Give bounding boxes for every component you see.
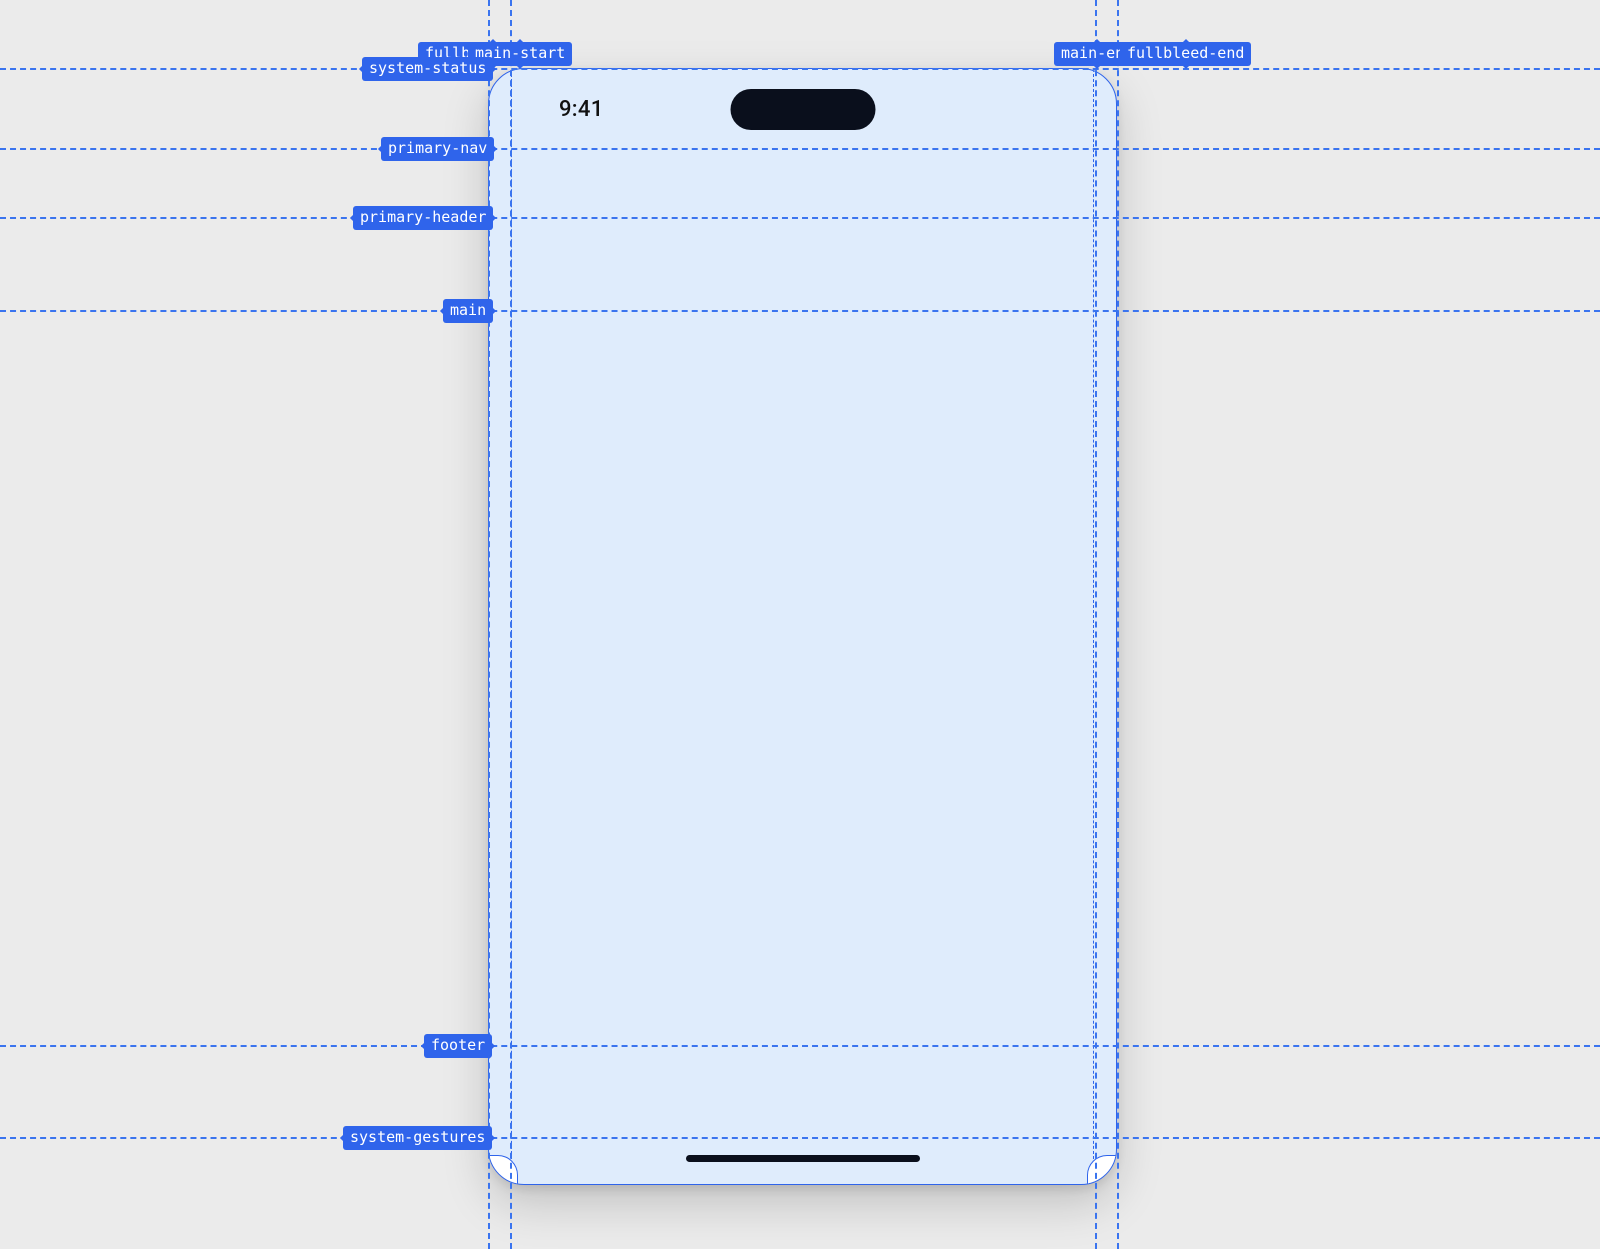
- corner-bottom-right: [1087, 1155, 1117, 1185]
- home-indicator[interactable]: [686, 1155, 920, 1162]
- phone-frame: 9:41: [488, 68, 1117, 1185]
- safe-area-outline: [511, 69, 1094, 1184]
- dynamic-island: [730, 89, 875, 130]
- guide-fullbleed-end: [1117, 0, 1119, 1249]
- tag-footer: footer: [424, 1034, 492, 1058]
- tag-primary-header: primary-header: [353, 206, 493, 230]
- status-bar-time: 9:41: [559, 97, 604, 122]
- tag-primary-nav: primary-nav: [381, 137, 494, 161]
- tag-system-gestures: system-gestures: [343, 1126, 492, 1150]
- tag-main: main: [443, 299, 493, 323]
- tag-system-status: system-status: [362, 57, 493, 81]
- tag-fullbleed-end: fullbleed-end: [1120, 42, 1251, 66]
- corner-bottom-left: [488, 1155, 518, 1185]
